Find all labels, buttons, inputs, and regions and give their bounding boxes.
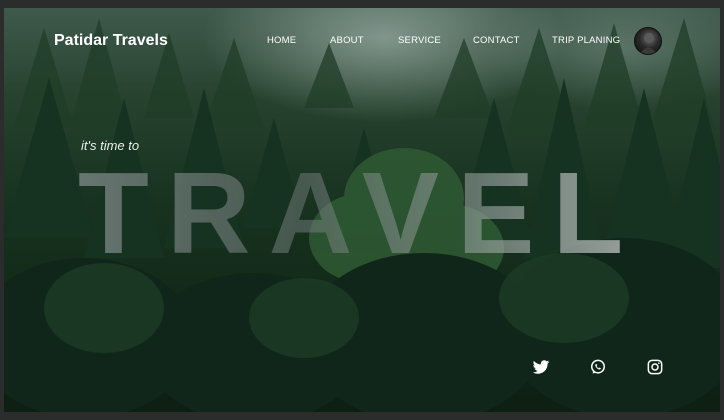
hero-section: Patidar Travels HOME ABOUT SERVICE CONTA…: [4, 8, 720, 412]
avatar[interactable]: [634, 27, 662, 55]
hero-headline: TRAVEL: [78, 148, 642, 278]
nav-home[interactable]: HOME: [267, 35, 296, 46]
brand-logo[interactable]: Patidar Travels: [54, 32, 168, 50]
nav-service[interactable]: SERVICE: [398, 35, 441, 46]
avatar-image: [640, 33, 657, 54]
window-frame: Patidar Travels HOME ABOUT SERVICE CONTA…: [0, 0, 724, 420]
whatsapp-icon[interactable]: [588, 357, 608, 377]
nav-contact[interactable]: CONTACT: [473, 35, 520, 46]
nav-about[interactable]: ABOUT: [330, 35, 364, 46]
nav-trip-planning[interactable]: TRIP PLANING: [552, 35, 620, 46]
navbar: Patidar Travels HOME ABOUT SERVICE CONTA…: [4, 8, 720, 74]
instagram-icon[interactable]: [645, 357, 665, 377]
twitter-icon[interactable]: [531, 357, 551, 377]
